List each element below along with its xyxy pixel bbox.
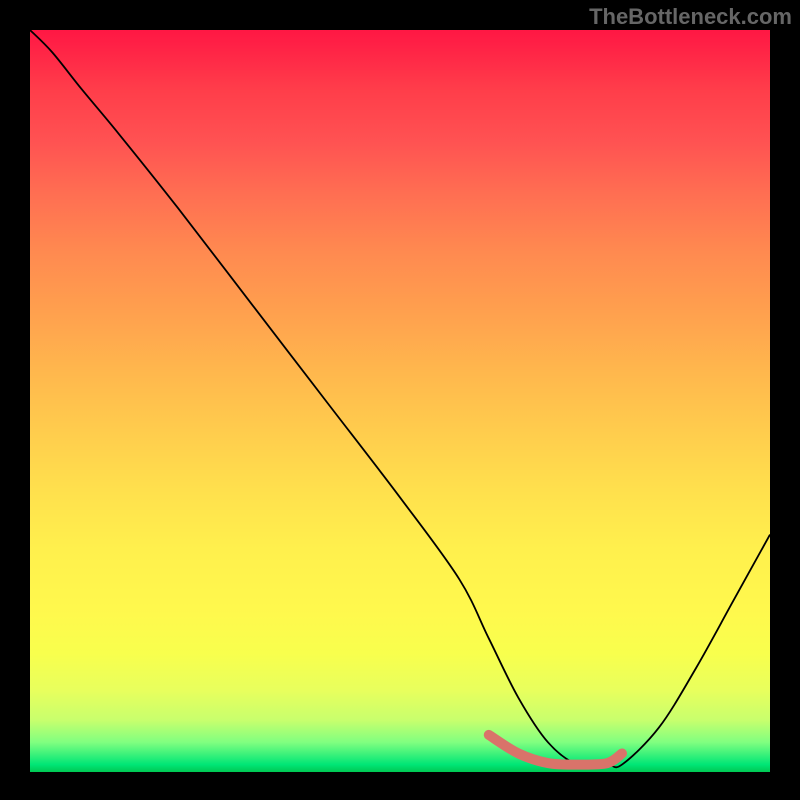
chart-plot-area [30,30,770,772]
watermark-text: TheBottleneck.com [589,4,792,30]
bottleneck-curve-line [30,30,770,767]
chart-svg [30,30,770,772]
